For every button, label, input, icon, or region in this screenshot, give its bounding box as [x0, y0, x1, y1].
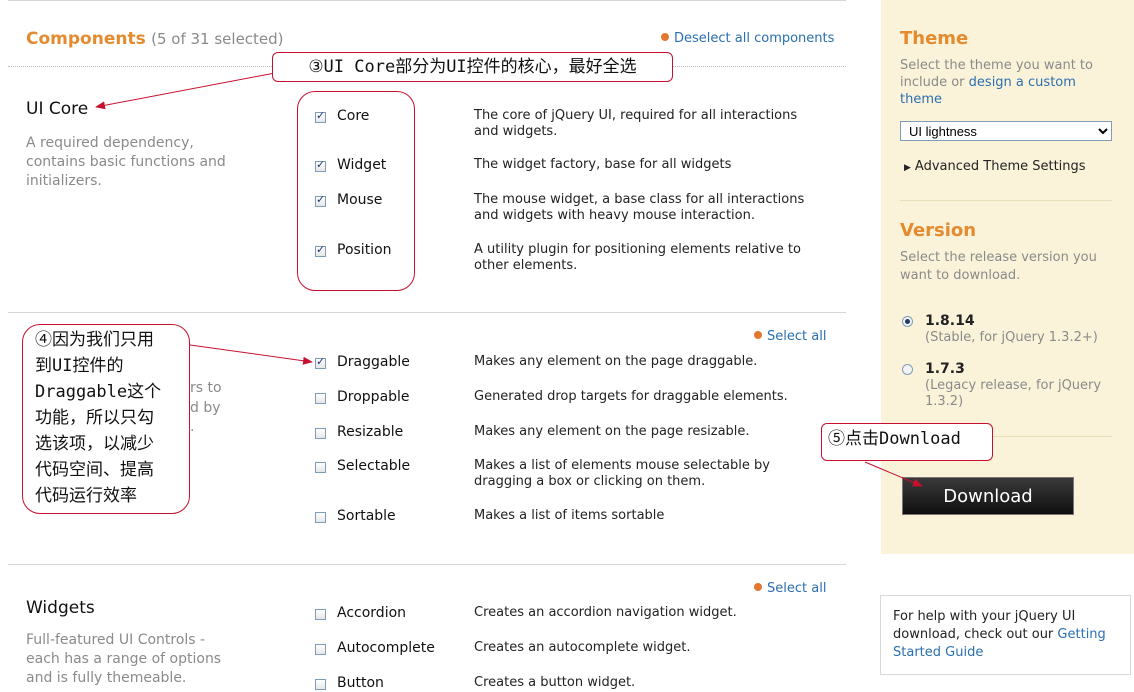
- annotation-4-line: Draggable这个: [35, 382, 162, 402]
- component-desc-droppable: Generated drop targets for draggable ele…: [474, 389, 788, 404]
- checkbox-draggable[interactable]: [315, 355, 326, 369]
- checkbox-autocomplete[interactable]: [315, 644, 326, 655]
- component-label-draggable[interactable]: Draggable: [337, 354, 410, 370]
- component-desc-selectable: Makes a list of elements mouse selectabl…: [474, 458, 770, 489]
- ui-core-description: A required dependency, contains basic fu…: [26, 135, 226, 189]
- ui-core-title: UI Core: [26, 99, 89, 119]
- deselect-all-link[interactable]: Deselect all components: [661, 31, 834, 46]
- arrow-to-ui-core: [95, 72, 276, 110]
- advanced-theme-settings-toggle[interactable]: ▶ Advanced Theme Settings: [904, 159, 1086, 174]
- component-label-droppable[interactable]: Droppable: [337, 389, 410, 405]
- checkbox-droppable[interactable]: [315, 393, 326, 404]
- download-button[interactable]: Download: [902, 477, 1074, 515]
- component-label-button[interactable]: Button: [337, 675, 384, 691]
- widgets-description: Full-featured UI Controls - each has a r…: [26, 632, 222, 686]
- component-desc-core: The core of jQuery UI, required for all …: [474, 108, 798, 139]
- component-desc-resizable: Makes any element on the page resizable.: [474, 424, 750, 439]
- component-desc-position: A utility plugin for positioning element…: [474, 242, 801, 273]
- checkbox-resizable[interactable]: [315, 428, 326, 439]
- component-label-accordion[interactable]: Accordion: [337, 605, 406, 621]
- annotation-callout-3: ③UI Core部分为UI控件的核心，最好全选: [272, 52, 673, 82]
- component-label-resizable[interactable]: Resizable: [337, 424, 403, 440]
- version-text: Select the release version you want to d…: [900, 250, 1097, 283]
- deselect-all-label: Deselect all components: [674, 31, 835, 46]
- component-label-sortable[interactable]: Sortable: [337, 508, 396, 524]
- arrow-to-draggable: [182, 343, 313, 365]
- bullet-icon: [754, 331, 762, 339]
- components-header: Components (5 of 31 selected): [26, 29, 284, 49]
- help-text: For help with your jQuery UI download, c…: [893, 608, 1118, 662]
- components-count: (5 of 31 selected): [151, 30, 284, 48]
- version-radio-1-8-14[interactable]: [902, 316, 913, 327]
- select-all-label: Select all: [767, 329, 827, 344]
- component-desc-draggable: Makes any element on the page draggable.: [474, 354, 758, 369]
- checkbox-sortable[interactable]: [315, 512, 326, 523]
- version-note: (Stable, for jQuery 1.3.2+): [925, 330, 1098, 345]
- interactions-desc-partial-2: rs to: [190, 380, 222, 396]
- top-divider: [8, 0, 846, 1]
- component-desc-widget: The widget factory, base for all widgets: [474, 157, 732, 172]
- component-desc-autocomplete: Creates an autocomplete widget.: [474, 640, 691, 655]
- core-highlight-outline: [297, 91, 415, 291]
- component-desc-sortable: Makes a list of items sortable: [474, 508, 665, 523]
- annotation-4-line: 选该项，以减少: [35, 434, 154, 454]
- version-note: (Legacy release, for jQuery 1.3.2): [925, 378, 1102, 409]
- theme-select[interactable]: UI lightness: [900, 121, 1112, 141]
- component-desc-button: Creates a button widget.: [474, 675, 636, 690]
- annotation-4-line: 功能，所以只勾: [35, 408, 154, 428]
- checkbox-selectable[interactable]: [315, 462, 326, 473]
- version-radio-1-7-3[interactable]: [902, 364, 913, 375]
- component-desc-mouse: The mouse widget, a base class for all i…: [474, 192, 805, 223]
- annotation-4-line: ④因为我们只用: [35, 330, 154, 350]
- panel-divider-1: [900, 200, 1112, 201]
- select-all-label: Select all: [767, 581, 827, 596]
- interactions-desc-partial-5: .: [190, 419, 195, 435]
- annotation-4-line: 代码空间、提高: [35, 460, 154, 480]
- component-label-selectable[interactable]: Selectable: [337, 458, 410, 474]
- checkbox-accordion[interactable]: [315, 609, 326, 620]
- widgets-select-all-link[interactable]: Select all: [754, 581, 826, 596]
- widgets-title: Widgets: [26, 598, 95, 618]
- section-divider-2: [8, 564, 846, 565]
- component-label-autocomplete[interactable]: Autocomplete: [337, 640, 435, 656]
- annotation-4-line: 到UI控件的: [35, 356, 124, 376]
- annotation-callout-5: ⑤点击Download: [821, 423, 993, 461]
- version-heading: Version: [900, 220, 977, 241]
- advanced-theme-settings-label: Advanced Theme Settings: [914, 159, 1086, 174]
- interactions-desc-partial-4: d by: [190, 400, 221, 416]
- annotation-callout-4: ④因为我们只用 到UI控件的 Draggable这个 功能，所以只勾 选该项，以减少 代码…: [22, 324, 190, 514]
- annotation-4-line: 代码运行效率: [35, 486, 137, 506]
- interactions-select-all-link[interactable]: Select all: [754, 329, 826, 344]
- component-desc-accordion: Creates an accordion navigation widget.: [474, 605, 737, 620]
- theme-heading: Theme: [900, 28, 969, 49]
- checkbox-button[interactable]: [315, 679, 326, 690]
- theme-text: Select the theme you want to include or …: [900, 57, 1115, 108]
- section-divider-1: [8, 312, 846, 313]
- version-label[interactable]: 1.7.3: [925, 361, 965, 377]
- bullet-icon: [661, 33, 669, 41]
- help-text-prefix: For help with your jQuery UI download, c…: [893, 609, 1076, 642]
- bullet-icon: [754, 583, 762, 591]
- version-label[interactable]: 1.8.14: [925, 313, 975, 329]
- components-heading: Components: [26, 29, 146, 49]
- triangle-right-icon: ▶: [904, 163, 911, 173]
